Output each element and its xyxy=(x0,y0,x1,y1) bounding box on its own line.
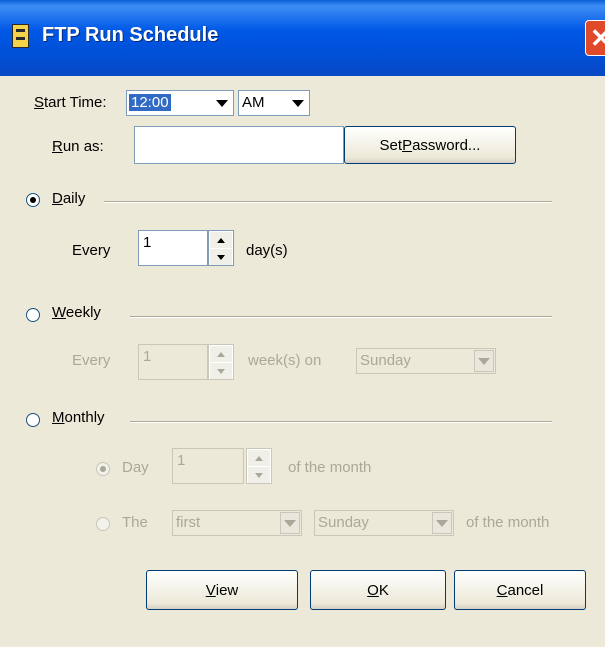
monthly-day-radio[interactable] xyxy=(96,462,110,476)
close-button[interactable]: ✕ xyxy=(585,20,605,56)
spin-down-icon[interactable] xyxy=(210,363,232,379)
spin-down-icon[interactable] xyxy=(210,249,232,265)
am-pm-value: AM xyxy=(242,94,265,111)
spin-down-icon[interactable] xyxy=(248,467,270,483)
close-icon: ✕ xyxy=(590,23,605,53)
spin-up-icon[interactable] xyxy=(210,346,232,362)
ok-button[interactable]: OK xyxy=(310,570,446,610)
weekly-separator xyxy=(130,316,552,318)
daily-unit-label: day(s) xyxy=(246,242,288,259)
dialog-body: Start Time: 12:00 AM Run as: Set Passwor… xyxy=(0,76,605,647)
monthly-day-input[interactable]: 1 xyxy=(172,448,244,484)
chevron-down-icon[interactable] xyxy=(280,512,300,534)
weekly-every-input[interactable]: 1 xyxy=(138,344,208,380)
start-time-select[interactable]: 12:00 xyxy=(126,90,234,116)
daily-separator xyxy=(104,201,552,203)
spin-up-icon[interactable] xyxy=(248,450,270,466)
monthly-the-label: The xyxy=(122,514,148,531)
daily-every-spinner[interactable] xyxy=(208,230,234,266)
run-as-input[interactable] xyxy=(134,126,344,164)
monthly-the-suffix: of the month xyxy=(466,514,550,531)
title-bar: FTP Run Schedule ✕ xyxy=(0,0,605,76)
run-as-label: Run as: xyxy=(52,138,104,155)
monthly-day-suffix: of the month xyxy=(288,459,372,476)
app-icon xyxy=(12,24,29,48)
weekly-label: Weekly xyxy=(52,304,101,321)
monthly-day-spinner[interactable] xyxy=(246,448,272,484)
daily-every-input[interactable]: 1 xyxy=(138,230,208,266)
chevron-down-icon[interactable] xyxy=(212,92,232,114)
daily-every-label: Every xyxy=(72,242,111,259)
monthly-label: Monthly xyxy=(52,409,105,426)
spin-up-icon[interactable] xyxy=(210,232,232,248)
monthly-the-radio[interactable] xyxy=(96,517,110,531)
monthly-radio[interactable] xyxy=(26,413,40,427)
weekly-every-label: Every xyxy=(72,352,111,369)
chevron-down-icon[interactable] xyxy=(474,350,494,372)
am-pm-select[interactable]: AM xyxy=(238,90,310,116)
monthly-weekday-select[interactable]: Sunday xyxy=(314,510,454,536)
start-time-value: 12:00 xyxy=(129,94,171,111)
weekly-every-spinner[interactable] xyxy=(208,344,234,380)
window-title: FTP Run Schedule xyxy=(42,24,219,46)
weekly-day-select[interactable]: Sunday xyxy=(356,348,496,374)
start-time-label: Start Time: xyxy=(34,94,107,111)
set-password-button[interactable]: Set Password... xyxy=(344,126,516,164)
daily-radio[interactable] xyxy=(26,193,40,207)
monthly-day-label: Day xyxy=(122,459,149,476)
weekly-unit-label: week(s) on xyxy=(248,352,322,369)
daily-label: Daily xyxy=(52,190,86,207)
monthly-ordinal-select[interactable]: first xyxy=(172,510,302,536)
chevron-down-icon[interactable] xyxy=(288,92,308,114)
monthly-separator xyxy=(130,421,552,423)
weekly-radio[interactable] xyxy=(26,308,40,322)
view-button[interactable]: View xyxy=(146,570,298,610)
cancel-button[interactable]: Cancel xyxy=(454,570,586,610)
chevron-down-icon[interactable] xyxy=(432,512,452,534)
